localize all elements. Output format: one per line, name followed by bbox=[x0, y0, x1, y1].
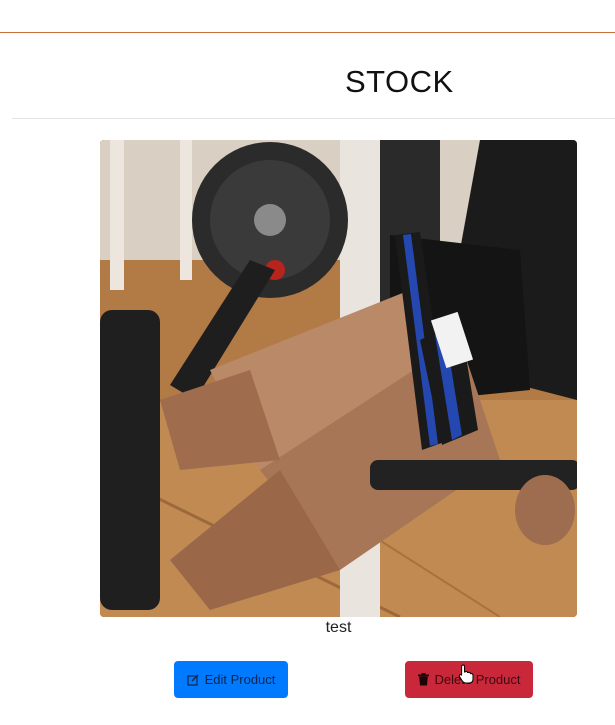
product-name: test bbox=[325, 619, 352, 636]
page-title: STOCK bbox=[345, 64, 454, 99]
header-divider bbox=[0, 32, 615, 33]
title-divider bbox=[12, 118, 615, 119]
hand-cursor-icon bbox=[458, 664, 474, 689]
edit-product-label: Edit Product bbox=[204, 672, 276, 687]
edit-icon bbox=[186, 674, 199, 686]
trash-icon bbox=[417, 673, 429, 686]
product-image bbox=[100, 140, 577, 617]
delete-product-label: Delete Product bbox=[434, 672, 521, 687]
edit-product-button[interactable]: Edit Product bbox=[174, 661, 288, 698]
